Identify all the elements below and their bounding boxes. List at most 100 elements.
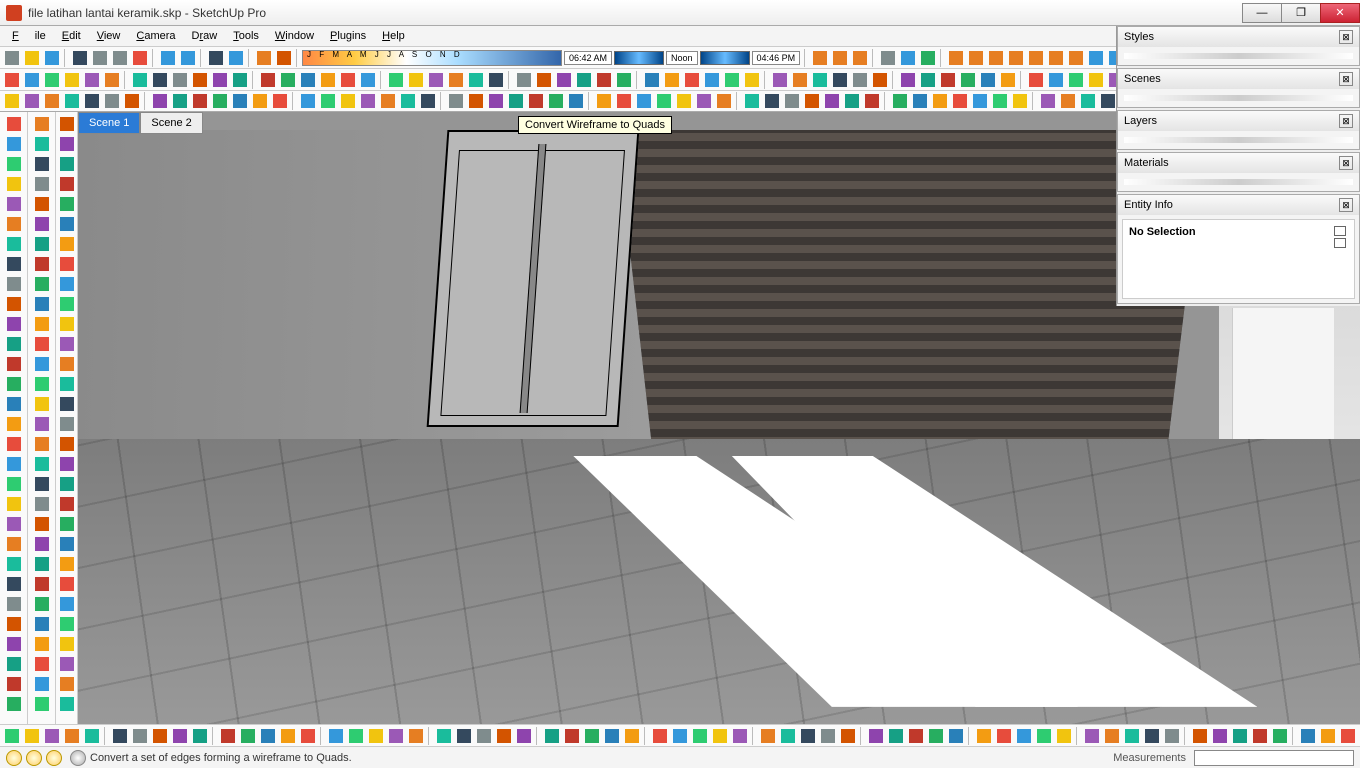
tool-r3-14[interactable] (299, 92, 317, 110)
tool-r3-8[interactable] (171, 92, 189, 110)
ltool3-7[interactable] (58, 255, 76, 273)
tool-r3-32[interactable] (675, 92, 693, 110)
tool-r3-49[interactable] (1039, 92, 1057, 110)
tool-r2-6[interactable] (131, 71, 149, 89)
menu-view[interactable]: View (89, 28, 129, 44)
ltool3-9[interactable] (58, 295, 76, 313)
tool-r2-31[interactable] (663, 71, 681, 89)
tool-r3-43[interactable] (911, 92, 929, 110)
tool-r3-23[interactable] (487, 92, 505, 110)
ltool1-24[interactable] (5, 595, 23, 613)
tool-r2-48[interactable] (1027, 71, 1045, 89)
tool-r2-17[interactable] (359, 71, 377, 89)
house-icon[interactable] (879, 49, 897, 67)
tool-r2-43[interactable] (919, 71, 937, 89)
tool-r3-24[interactable] (507, 92, 525, 110)
tool-r2-3[interactable] (63, 71, 81, 89)
tool-b-30[interactable] (651, 727, 669, 745)
ltool3-8[interactable] (58, 275, 76, 293)
tool-r2-9[interactable] (191, 71, 209, 89)
tool-r2-50[interactable] (1067, 71, 1085, 89)
time-end[interactable]: 04:46 PM (752, 51, 801, 65)
ltool3-24[interactable] (58, 595, 76, 613)
tool-r2-10[interactable] (211, 71, 229, 89)
tool-r2-38[interactable] (811, 71, 829, 89)
ltool3-14[interactable] (58, 395, 76, 413)
ltool2-12[interactable] (33, 355, 51, 373)
tool-r3-37[interactable] (783, 92, 801, 110)
tool-g7[interactable] (1067, 49, 1085, 67)
ltool3-12[interactable] (58, 355, 76, 373)
tool-r3-28[interactable] (595, 92, 613, 110)
tool-b-57[interactable] (1231, 727, 1249, 745)
tool-r3-36[interactable] (763, 92, 781, 110)
tool-b-9[interactable] (191, 727, 209, 745)
tool-r2-5[interactable] (103, 71, 121, 89)
tool-r2-41[interactable] (871, 71, 889, 89)
tool-r3-9[interactable] (191, 92, 209, 110)
tool-b-15[interactable] (327, 727, 345, 745)
tool-r2-24[interactable] (515, 71, 533, 89)
time-slider-2[interactable] (700, 51, 750, 65)
tool-b-61[interactable] (1319, 727, 1337, 745)
tool-b-34[interactable] (731, 727, 749, 745)
tool-b-39[interactable] (839, 727, 857, 745)
tool-g1[interactable] (947, 49, 965, 67)
tool-b-5[interactable] (111, 727, 129, 745)
ltool2-14[interactable] (33, 395, 51, 413)
tool-r3-2[interactable] (43, 92, 61, 110)
tool-g6[interactable] (1047, 49, 1065, 67)
tool-r2-28[interactable] (595, 71, 613, 89)
tool-r2-45[interactable] (959, 71, 977, 89)
tool-r3-11[interactable] (231, 92, 249, 110)
tray-close-icon[interactable]: ⊠ (1339, 156, 1353, 170)
ltool1-10[interactable] (5, 315, 23, 333)
ltool2-26[interactable] (33, 635, 51, 653)
tool-r3-51[interactable] (1079, 92, 1097, 110)
menu-file[interactable]: File (4, 28, 54, 44)
tool-r2-20[interactable] (427, 71, 445, 89)
layers-icon[interactable] (919, 49, 937, 67)
ltool2-9[interactable] (33, 295, 51, 313)
tool-r2-37[interactable] (791, 71, 809, 89)
tool-r3-1[interactable] (23, 92, 41, 110)
tool-b-45[interactable] (975, 727, 993, 745)
ltool1-27[interactable] (5, 655, 23, 673)
tool-b-7[interactable] (151, 727, 169, 745)
tool-b-44[interactable] (947, 727, 965, 745)
tool-r2-11[interactable] (231, 71, 249, 89)
ltool3-28[interactable] (58, 675, 76, 693)
ltool3-0[interactable] (58, 115, 76, 133)
tool-g2[interactable] (967, 49, 985, 67)
ltool1-4[interactable] (5, 195, 23, 213)
tool-r2-19[interactable] (407, 71, 425, 89)
tool-r3-42[interactable] (891, 92, 909, 110)
tool-b-17[interactable] (367, 727, 385, 745)
tool-r3-33[interactable] (695, 92, 713, 110)
outliner-icon[interactable] (899, 49, 917, 67)
tool-r2-1[interactable] (23, 71, 41, 89)
tool-b-24[interactable] (515, 727, 533, 745)
tool-r3-26[interactable] (547, 92, 565, 110)
tray-close-icon[interactable]: ⊠ (1339, 72, 1353, 86)
new-file-icon[interactable] (3, 49, 21, 67)
ltool2-18[interactable] (33, 475, 51, 493)
ltool2-4[interactable] (33, 195, 51, 213)
tool-b-11[interactable] (239, 727, 257, 745)
tool-r2-12[interactable] (259, 71, 277, 89)
save-icon[interactable] (43, 49, 61, 67)
ltool3-26[interactable] (58, 635, 76, 653)
ltool1-1[interactable] (5, 135, 23, 153)
ltool2-11[interactable] (33, 335, 51, 353)
ltool3-1[interactable] (58, 135, 76, 153)
paste-icon[interactable] (111, 49, 129, 67)
tool-r2-44[interactable] (939, 71, 957, 89)
tool-b-25[interactable] (543, 727, 561, 745)
ltool2-20[interactable] (33, 515, 51, 533)
tool-b-62[interactable] (1339, 727, 1357, 745)
ltool1-22[interactable] (5, 555, 23, 573)
tool-b-21[interactable] (455, 727, 473, 745)
ltool3-11[interactable] (58, 335, 76, 353)
tool-r2-39[interactable] (831, 71, 849, 89)
ltool1-2[interactable] (5, 155, 23, 173)
